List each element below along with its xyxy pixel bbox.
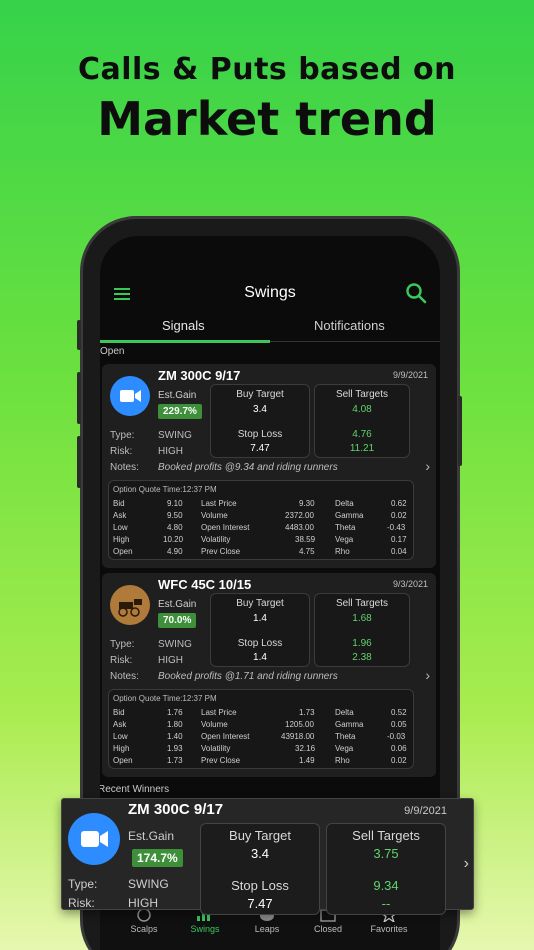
- sell-target-value: 2.38: [352, 652, 372, 663]
- card-symbol: ZM 300C 9/17: [128, 801, 224, 818]
- quote-row: High 10.20 Volatility 38.59 Vega 0.17: [113, 535, 407, 544]
- card-date: 9/9/2021: [392, 370, 428, 380]
- quote-time: Option Quote Time:12:37 PM: [113, 485, 217, 494]
- card-symbol: WFC 45C 10/15: [158, 577, 252, 592]
- est-gain-label: Est.Gain: [128, 829, 175, 843]
- card-date: 9/9/2021: [404, 805, 447, 817]
- type-label: Type:: [110, 430, 135, 441]
- buy-target-value: 3.4: [250, 846, 270, 861]
- chevron-right-icon[interactable]: ›: [425, 458, 430, 474]
- sell-target-value: 1.96: [352, 638, 372, 649]
- sell-targets-box: Sell Targets 4.08 4.76 11.21: [314, 384, 410, 458]
- section-open: Open: [100, 346, 125, 357]
- buy-target-value: 1.4: [253, 613, 267, 624]
- est-gain-badge: 174.7%: [132, 849, 183, 867]
- type-value: SWING: [158, 639, 192, 650]
- tab-bar: Signals Notifications: [100, 316, 440, 343]
- quote-row: Bid 9.10 Last Price 9.30 Delta 0.62: [113, 499, 407, 508]
- wfc-logo-icon: [110, 585, 150, 625]
- sell-targets-label: Sell Targets: [352, 828, 420, 843]
- chevron-right-icon[interactable]: ›: [464, 855, 469, 873]
- risk-label: Risk:: [110, 655, 133, 666]
- buy-target-value: 3.4: [253, 404, 267, 415]
- sell-targets-label: Sell Targets: [335, 389, 389, 400]
- quote-row: Ask 1.80 Volume 1205.00 Gamma 0.05: [113, 720, 407, 729]
- quote-row: Ask 9.50 Volume 2372.00 Gamma 0.02: [113, 511, 407, 520]
- target-box: Buy Target 3.4 Stop Loss 7.47: [200, 823, 320, 915]
- buy-target-label: Buy Target: [236, 598, 284, 609]
- sell-target-value: 1.68: [352, 613, 372, 624]
- page-title: Swings: [244, 284, 296, 301]
- buy-target-label: Buy Target: [229, 828, 291, 843]
- stop-loss-value: 7.47: [250, 443, 270, 454]
- sell-target-value: 3.75: [373, 846, 399, 861]
- est-gain-badge: 229.7%: [158, 404, 202, 419]
- quote-row: Low 4.80 Open Interest 4483.00 Theta -0.43: [113, 523, 406, 532]
- sell-targets-box: Sell Targets 1.68 1.96 2.38: [314, 593, 410, 667]
- quote-row: Open 1.73 Prev Close 1.49 Rho 0.02: [113, 756, 407, 765]
- signal-card[interactable]: WFC 45C 10/15 9/3/2021 Est.Gain 70.0% Bu…: [102, 573, 436, 777]
- stop-loss-label: Stop Loss: [237, 638, 283, 649]
- risk-value: HIGH: [158, 446, 183, 457]
- headline-line2: Market trend: [97, 92, 437, 146]
- sell-target-value: 4.08: [352, 404, 372, 415]
- highlight-card[interactable]: ZM 300C 9/17 9/9/2021 Est.Gain 174.7% Bu…: [61, 798, 474, 915]
- zoom-logo-icon: [68, 813, 120, 865]
- phone-button: [458, 396, 462, 466]
- stop-loss-label: Stop Loss: [237, 429, 283, 440]
- stop-loss-value: 1.4: [253, 652, 267, 663]
- target-box: Buy Target 3.4 Stop Loss 7.47: [210, 384, 310, 458]
- scalps-icon: [137, 908, 151, 922]
- quote-time: Option Quote Time:12:37 PM: [113, 694, 217, 703]
- card-date: 9/3/2021: [392, 579, 428, 589]
- sell-target-value: 11.21: [349, 443, 375, 454]
- est-gain-badge: 70.0%: [158, 613, 197, 628]
- target-box: Buy Target 1.4 Stop Loss 1.4: [210, 593, 310, 667]
- type-value: SWING: [158, 430, 192, 441]
- type-label: Type:: [68, 877, 98, 891]
- stop-loss-value: 7.47: [247, 896, 273, 911]
- risk-value: HIGH: [158, 655, 183, 666]
- phone-button: [77, 436, 81, 488]
- notes-label: Notes:: [110, 462, 139, 473]
- tab-signals[interactable]: Signals: [162, 318, 205, 333]
- notes-text: Booked profits @1.71 and riding runners: [158, 671, 338, 682]
- phone-button: [77, 320, 81, 350]
- tab-notifications[interactable]: Notifications: [314, 318, 385, 333]
- sell-target-value: 4.76: [352, 429, 372, 440]
- signal-card[interactable]: ZM 300C 9/17 9/9/2021 Est.Gain 229.7% Bu…: [102, 364, 436, 568]
- quote-row: Low 1.40 Open Interest 43918.00 Theta -0.03: [113, 732, 406, 741]
- quote-row: High 1.93 Volatility 32.16 Vega 0.06: [113, 744, 407, 753]
- option-quote-panel: Option Quote Time:12:37 PM Bid 9.10 Last …: [108, 480, 414, 560]
- phone-button: [77, 372, 81, 424]
- search-icon[interactable]: [404, 281, 428, 305]
- zoom-logo-icon: [110, 376, 150, 416]
- chevron-right-icon[interactable]: ›: [425, 667, 430, 683]
- notes-text: Booked profits @9.34 and riding runners: [158, 462, 338, 473]
- option-quote-panel: Option Quote Time:12:37 PM Bid 1.76 Last …: [108, 689, 414, 769]
- section-recent-winners: Recent Winners: [100, 784, 170, 795]
- sell-targets-box: Sell Targets 3.75 9.34 --: [326, 823, 446, 915]
- card-symbol: ZM 300C 9/17: [158, 368, 241, 383]
- sell-target-value: 9.34: [373, 878, 399, 893]
- risk-label: Risk:: [68, 896, 95, 910]
- stop-loss-label: Stop Loss: [231, 878, 289, 893]
- tab-active-indicator: [100, 340, 270, 343]
- quote-row: Bid 1.76 Last Price 1.73 Delta 0.52: [113, 708, 407, 717]
- type-label: Type:: [110, 639, 135, 650]
- buy-target-label: Buy Target: [236, 389, 284, 400]
- risk-label: Risk:: [110, 446, 133, 457]
- type-value: SWING: [128, 877, 169, 891]
- est-gain-label: Est.Gain: [158, 390, 197, 401]
- sell-targets-label: Sell Targets: [335, 598, 389, 609]
- divider: [270, 341, 440, 342]
- est-gain-label: Est.Gain: [158, 599, 197, 610]
- quote-row: Open 4.90 Prev Close 4.75 Rho 0.04: [113, 547, 407, 556]
- risk-value: HIGH: [128, 896, 158, 910]
- headline-line1: Calls & Puts based on: [77, 52, 457, 87]
- sell-target-value: --: [381, 896, 391, 911]
- app-header: Swings: [100, 280, 440, 306]
- notes-label: Notes:: [110, 671, 139, 682]
